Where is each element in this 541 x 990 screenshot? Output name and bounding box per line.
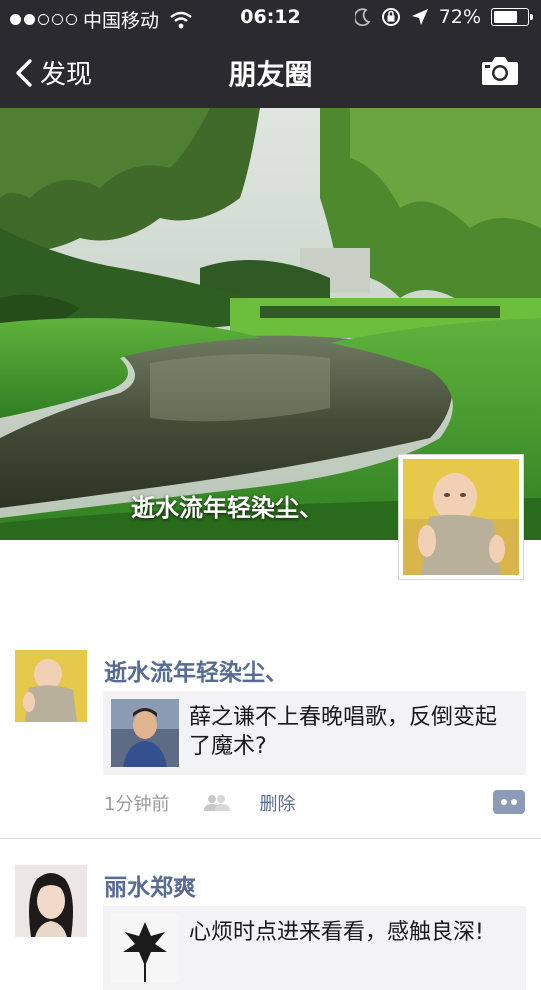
page-title: 朋友圈: [228, 58, 313, 91]
link-title: 心烦时点进来看看，感触良深!: [189, 920, 484, 945]
more-dots-icon: [487, 798, 517, 806]
post-avatar[interactable]: [15, 865, 87, 937]
camera-icon[interactable]: [481, 54, 519, 86]
man-photo: [111, 699, 179, 767]
black-flower-photo: [111, 914, 179, 982]
comment-menu-button[interactable]: [487, 790, 525, 814]
shared-link[interactable]: 心烦时点进来看看，感触良深!: [103, 906, 526, 990]
battery-icon: [491, 8, 533, 26]
link-thumbnail: [111, 914, 179, 982]
nav-bar: 发现 朋友圈: [0, 36, 541, 108]
post-author[interactable]: 丽水郑爽: [104, 868, 196, 902]
girl-avatar: [15, 865, 87, 937]
shared-link[interactable]: 薛之谦不上春晚唱歌，反倒变起了魔术?: [103, 691, 526, 775]
status-bar: 中国移动 06:12 72%: [0, 0, 541, 36]
rotation-lock-icon: [381, 8, 400, 26]
post-time: 1分钟前: [104, 794, 170, 815]
profile-avatar[interactable]: [398, 454, 524, 580]
status-right: 72%: [354, 6, 533, 28]
link-title: 薛之谦不上春晚唱歌，反倒变起了魔术?: [189, 705, 498, 759]
battery-percent: 72%: [438, 6, 481, 28]
post-divider: [0, 838, 541, 839]
baby-avatar: [15, 650, 87, 722]
post-author[interactable]: 逝水流年轻染尘、: [104, 653, 288, 687]
post-meta: 1分钟前 删除: [104, 790, 295, 816]
delete-button[interactable]: 删除: [259, 790, 295, 816]
friends-visible-icon: [204, 795, 231, 811]
link-thumbnail: [111, 699, 179, 767]
post-avatar[interactable]: [15, 650, 87, 722]
top-bar: 中国移动 06:12 72% 发现 朋友圈: [0, 0, 541, 108]
battery-level: [494, 11, 518, 23]
moon-icon: [354, 8, 371, 26]
baby-photo: [403, 459, 519, 575]
location-icon: [411, 9, 428, 25]
cover-username: 逝水流年轻染尘、: [131, 494, 323, 522]
